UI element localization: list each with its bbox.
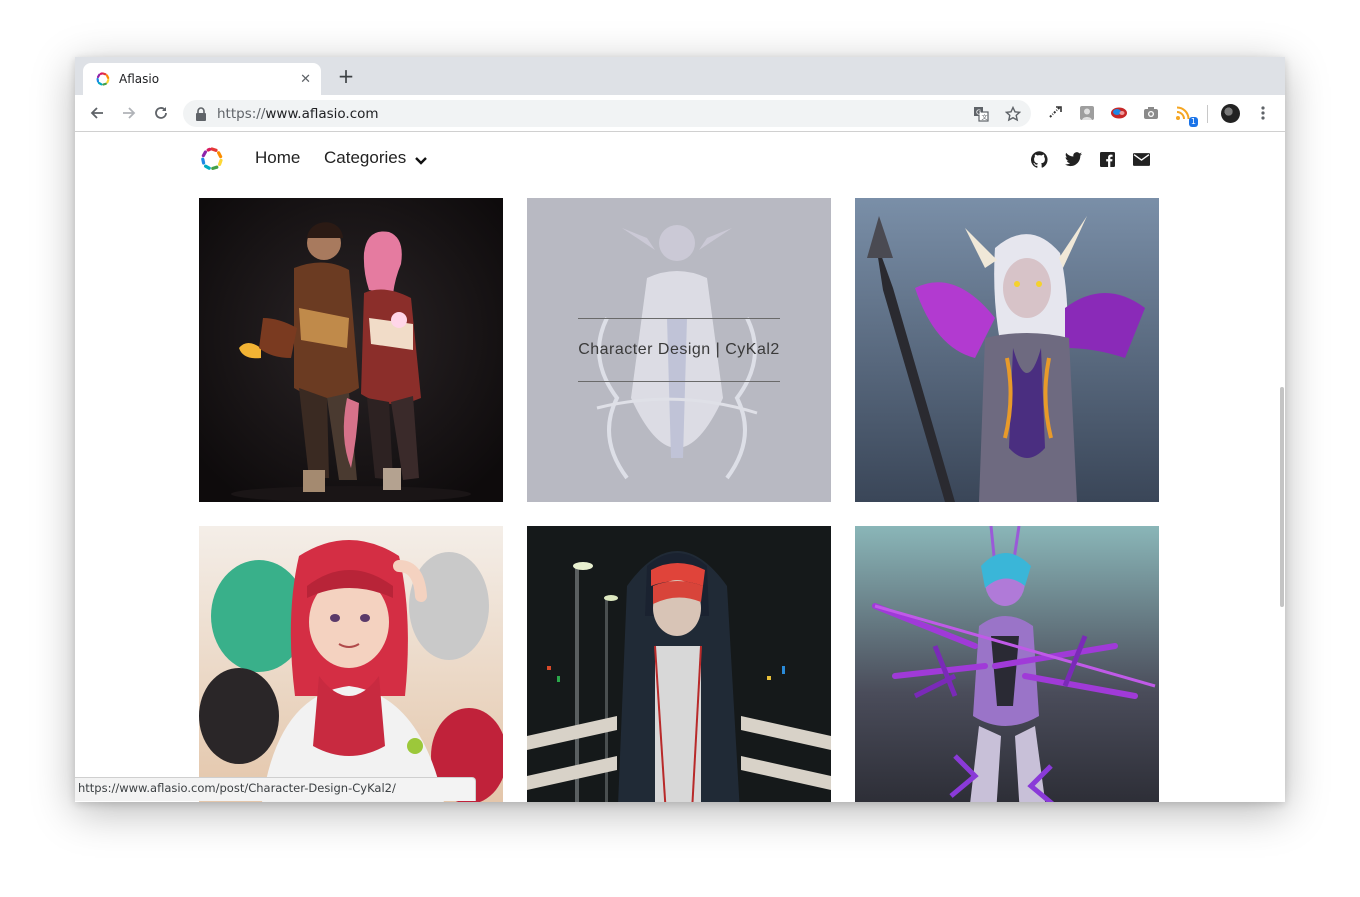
url-host: www.aflasio.com xyxy=(265,105,379,122)
gallery-card-1[interactable] xyxy=(199,198,503,502)
page-viewport: Home Categories Character Design | CyKal… xyxy=(75,133,1285,802)
back-icon[interactable] xyxy=(86,102,108,124)
email-icon[interactable] xyxy=(1132,150,1150,168)
menu-kebab-icon[interactable] xyxy=(1254,104,1272,122)
twitter-icon[interactable] xyxy=(1064,150,1082,168)
profile-avatar[interactable] xyxy=(1221,104,1240,123)
card-5-artwork xyxy=(527,526,831,802)
chevron-down-icon[interactable] xyxy=(415,157,427,165)
gallery-card-2[interactable]: Character Design | CyKal2 xyxy=(527,198,831,502)
page-scrollbar-thumb[interactable] xyxy=(1280,387,1284,607)
card-2-caption-frame: Character Design | CyKal2 xyxy=(578,318,780,382)
tab-aflasio[interactable]: Aflasio ✕ xyxy=(83,63,321,95)
card-1-artwork xyxy=(199,198,503,502)
card-4-artwork xyxy=(199,526,503,802)
camera-icon[interactable] xyxy=(1142,104,1160,122)
gallery-card-5[interactable] xyxy=(527,526,831,802)
extension-brain-icon[interactable] xyxy=(1110,104,1128,122)
nav-categories-link[interactable]: Categories xyxy=(324,148,406,168)
card-6-artwork xyxy=(855,526,1159,802)
bookmark-star-icon[interactable] xyxy=(1004,105,1022,123)
address-bar[interactable]: https://www.aflasio.com G文 xyxy=(183,100,1031,127)
link-status-bar: https://www.aflasio.com/post/Character-D… xyxy=(75,777,476,801)
card-3-artwork xyxy=(855,198,1159,502)
card-2-hover-overlay[interactable]: Character Design | CyKal2 xyxy=(527,198,831,502)
gallery-card-3[interactable] xyxy=(855,198,1159,502)
site-navbar: Home Categories xyxy=(199,145,1159,175)
tab-title: Aflasio xyxy=(119,72,160,86)
browser-window: Aflasio ✕ + https://www.aflasio.com G文 1… xyxy=(75,57,1285,802)
svg-text:文: 文 xyxy=(982,114,988,122)
github-icon[interactable] xyxy=(1030,150,1048,168)
forward-icon[interactable] xyxy=(118,102,140,124)
toolbar-separator xyxy=(1207,105,1208,123)
browser-toolbar: https://www.aflasio.com G文 1 xyxy=(75,95,1285,132)
url-protocol: https:// xyxy=(217,105,266,122)
gallery-card-6[interactable] xyxy=(855,526,1159,802)
tab-close-icon[interactable]: ✕ xyxy=(300,72,311,87)
lock-icon xyxy=(196,106,206,121)
tab-strip: Aflasio ✕ + xyxy=(75,57,1285,95)
new-tab-button[interactable]: + xyxy=(335,65,357,87)
aflasio-logo-icon[interactable] xyxy=(199,146,225,172)
nav-home-link[interactable]: Home xyxy=(255,148,300,168)
card-2-caption[interactable]: Character Design | CyKal2 xyxy=(578,341,780,358)
gallery-card-4[interactable] xyxy=(199,526,503,802)
reload-icon[interactable] xyxy=(150,102,172,124)
facebook-icon[interactable] xyxy=(1098,150,1116,168)
extension-arrow-icon[interactable] xyxy=(1046,104,1064,122)
translate-icon[interactable]: G文 xyxy=(972,105,990,123)
aflasio-favicon-icon xyxy=(96,72,110,86)
rss-icon[interactable]: 1 xyxy=(1174,104,1198,127)
extension-photo-icon[interactable] xyxy=(1078,104,1096,122)
rss-badge: 1 xyxy=(1188,117,1198,127)
address-url[interactable]: https://www.aflasio.com xyxy=(217,106,379,122)
